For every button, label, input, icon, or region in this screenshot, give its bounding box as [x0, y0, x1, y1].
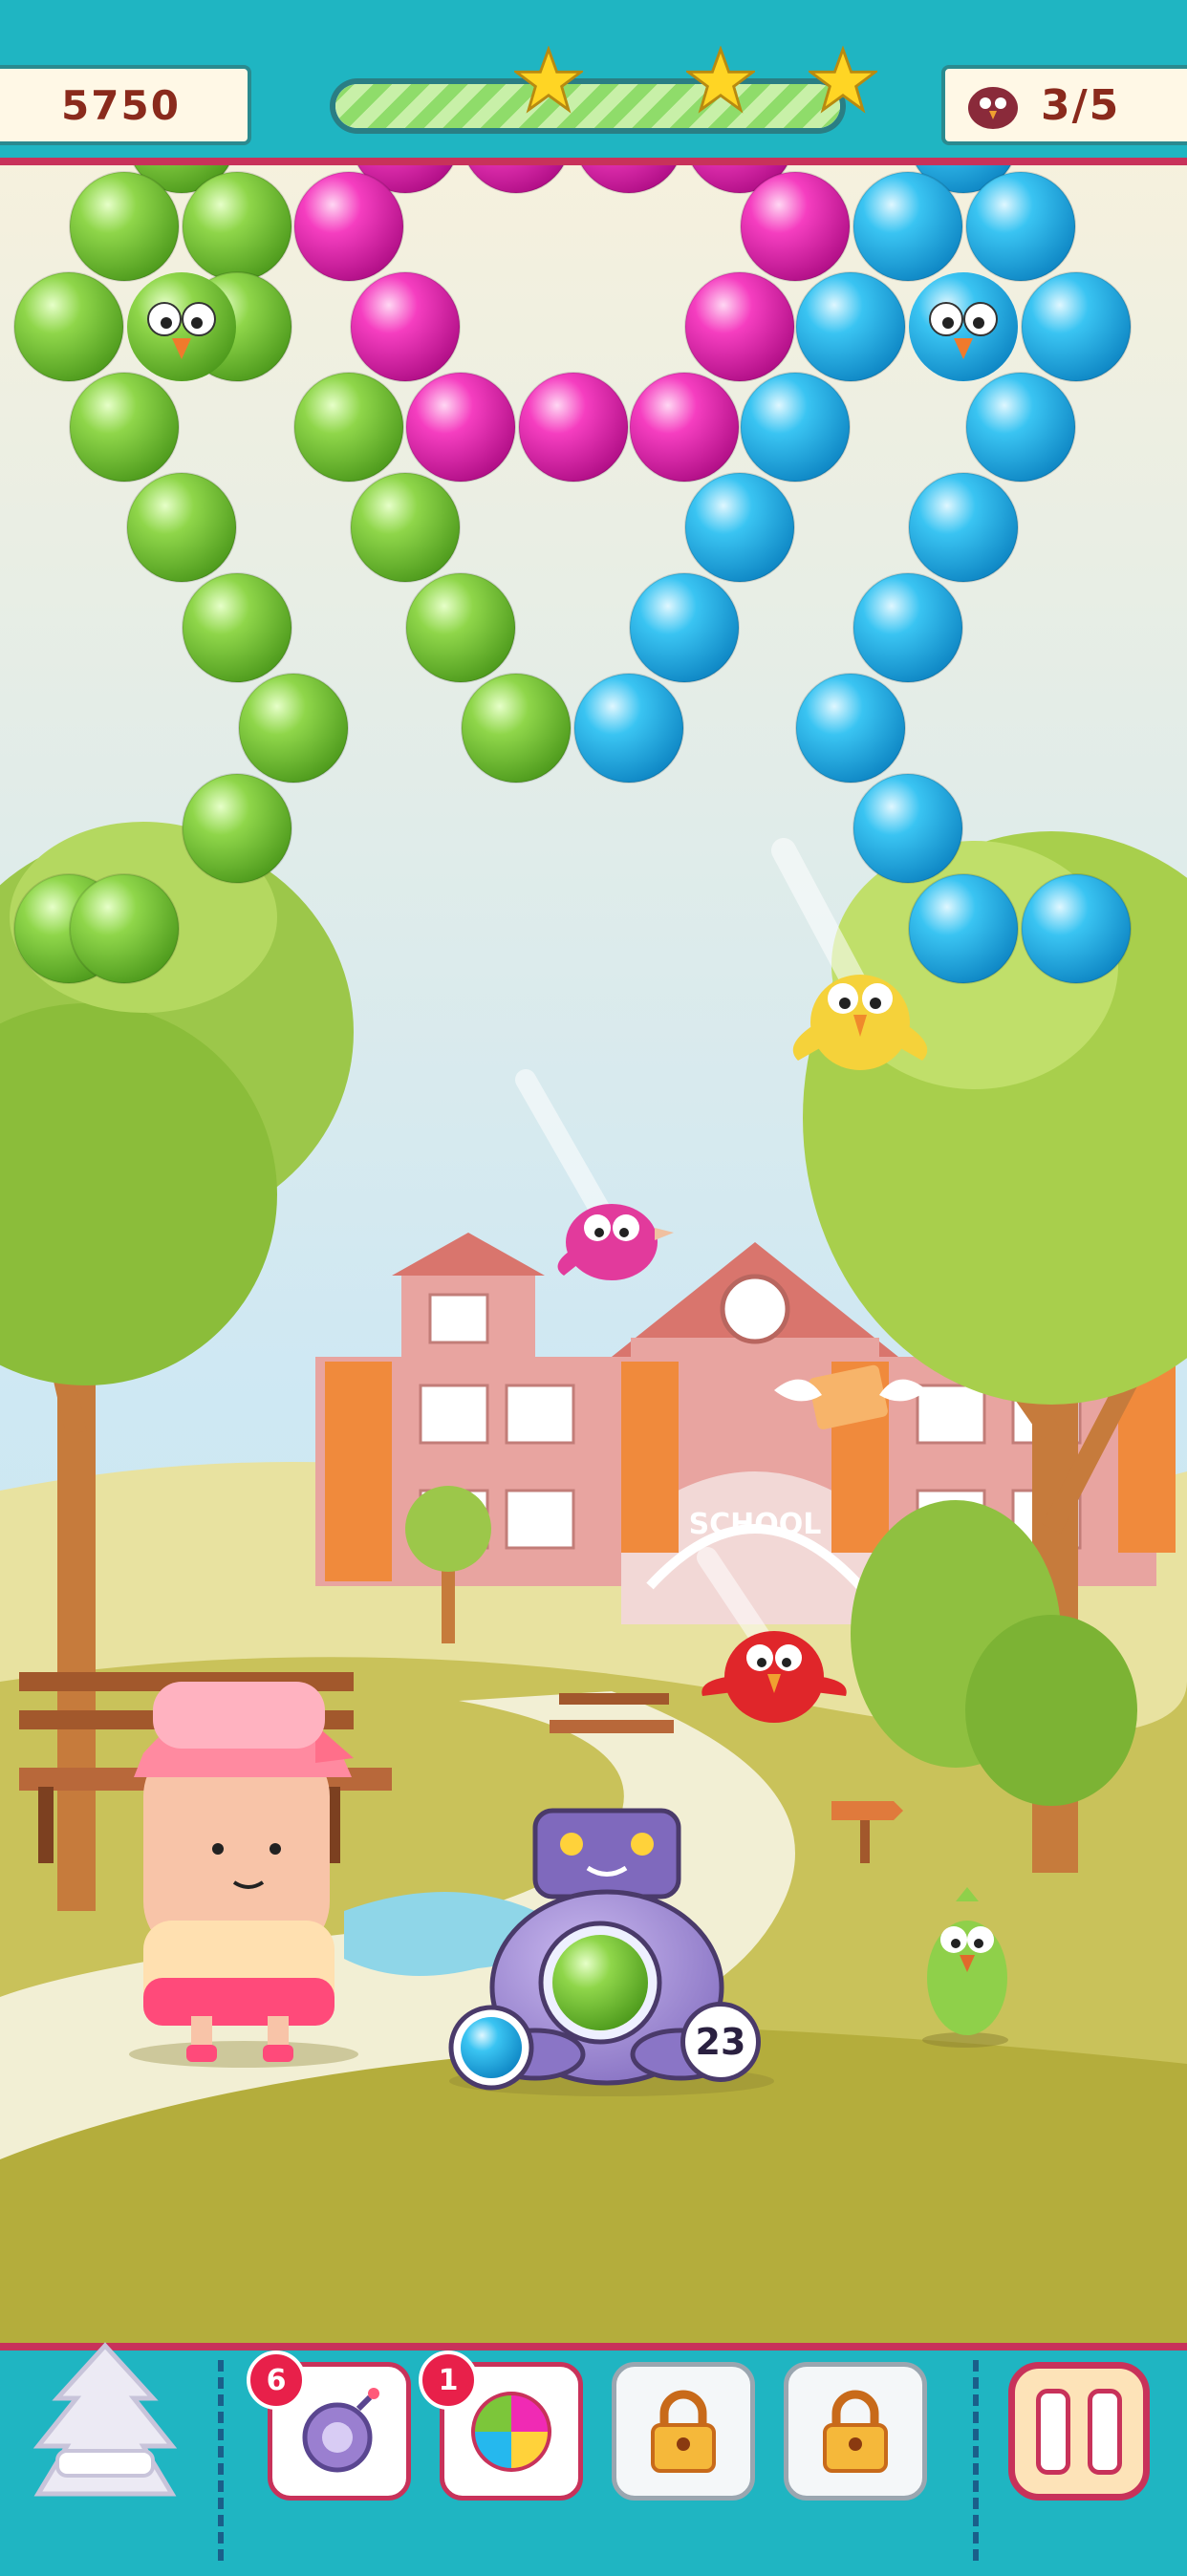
- birds-counter-panel: 3/5: [941, 65, 1187, 145]
- green-bubble: [69, 873, 180, 984]
- pink-bubble: [350, 271, 461, 382]
- green-bubble: [238, 673, 349, 784]
- progress-fill: [335, 84, 840, 128]
- green-bubble: [69, 171, 180, 282]
- blue-bubble: [965, 372, 1076, 483]
- pause-bar-icon: [1036, 2388, 1070, 2475]
- star-icon-3: [809, 46, 877, 114]
- trapped-bird-green: [127, 272, 236, 381]
- pink-bubble: [518, 372, 629, 483]
- green-bubble: [69, 372, 180, 483]
- green-bubble: [182, 572, 292, 683]
- padlock-icon: [651, 2390, 716, 2473]
- blue-bubble: [629, 572, 740, 683]
- trapped-bird-blue: [909, 272, 1018, 381]
- school-sign: SCHOOL: [689, 1508, 822, 1541]
- birds-rescued-count: 3/5: [1041, 80, 1121, 130]
- padlock-icon: [823, 2390, 888, 2473]
- blue-bubble: [795, 271, 906, 382]
- pink-bubble: [740, 171, 851, 282]
- green-bubble: [350, 472, 461, 583]
- bomb-count-badge: 6: [247, 2351, 306, 2410]
- locked-booster-slot-2[interactable]: [784, 2362, 927, 2501]
- current-bubble: [552, 1935, 648, 2030]
- bird-icon: [968, 87, 1018, 129]
- blue-bubble: [852, 773, 963, 884]
- pause-button[interactable]: [1008, 2362, 1150, 2501]
- green-bubble: [182, 171, 292, 282]
- green-bubble: [461, 673, 572, 784]
- blue-bubble: [852, 171, 963, 282]
- green-bubble: [126, 472, 237, 583]
- pause-bar-icon: [1088, 2388, 1122, 2475]
- blue-bubble: [740, 372, 851, 483]
- locked-booster-slot-1[interactable]: [612, 2362, 755, 2501]
- blue-bubble: [1021, 271, 1132, 382]
- pink-bubble: [629, 372, 740, 483]
- green-bubble: [405, 572, 516, 683]
- green-bubble: [182, 773, 292, 884]
- rainbow-count-badge: 1: [419, 2351, 478, 2410]
- star-icon-1: [514, 46, 583, 114]
- pink-bubble: [405, 372, 516, 483]
- kid-character: [129, 1682, 358, 2068]
- pink-bubble: [293, 171, 404, 282]
- score-panel: 5750: [0, 65, 251, 145]
- game-scene[interactable]: SCHOOL: [0, 0, 1187, 2568]
- divider-left: [218, 2360, 224, 2561]
- blue-bubble: [908, 873, 1019, 984]
- shots-remaining-badge: 23: [680, 2002, 761, 2082]
- blue-bubble: [795, 673, 906, 784]
- star-icon-2: [686, 46, 755, 114]
- bomb-icon: [302, 2387, 379, 2472]
- rainbow-ball-icon: [471, 2391, 551, 2472]
- green-bubble: [13, 271, 124, 382]
- blue-bubble: [908, 472, 1019, 583]
- blue-bubble: [965, 171, 1076, 282]
- blue-bubble: [852, 572, 963, 683]
- home-tree-icon[interactable]: [29, 2341, 182, 2513]
- pink-bubble: [684, 271, 795, 382]
- next-bubble[interactable]: [461, 2017, 522, 2078]
- score-value: 5750: [61, 81, 181, 129]
- blue-bubble: [573, 673, 684, 784]
- divider-right: [973, 2360, 979, 2561]
- level-progress-bar: [330, 78, 846, 134]
- blue-bubble: [684, 472, 795, 583]
- green-bubble: [293, 372, 404, 483]
- blue-bubble: [1021, 873, 1132, 984]
